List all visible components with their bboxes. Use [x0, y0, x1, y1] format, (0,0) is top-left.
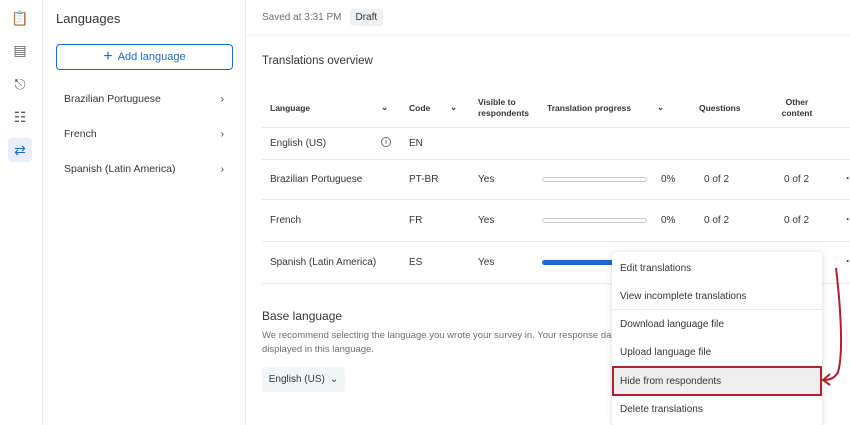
table-row: English (US) i EN [262, 128, 850, 160]
code-cell: PT-BR [409, 174, 438, 185]
code-cell: FR [409, 215, 422, 226]
progress-bar [542, 218, 647, 223]
paint-roller-icon[interactable]: ⎋ [8, 72, 32, 96]
panel-title: Languages [56, 11, 120, 26]
other-cell: 0 of 2 [784, 215, 809, 226]
description-line: displayed in this language. [262, 344, 374, 355]
chevron-down-icon: ⌄ [330, 374, 338, 385]
col-questions: Questions [699, 103, 741, 113]
questions-cell: 0 of 2 [704, 174, 729, 185]
plus-icon: + [103, 49, 112, 65]
language-label: Brazilian Portuguese [64, 93, 161, 105]
chevron-right-icon: › [221, 163, 225, 175]
language-cell: French [270, 215, 301, 226]
languages-panel: Languages + Add language Brazilian Portug… [43, 0, 246, 425]
chevron-right-icon: › [221, 128, 225, 140]
status-badge: Draft [350, 9, 384, 26]
description-line: We recommend selecting the language you … [262, 330, 611, 341]
more-options-icon[interactable]: ··· [846, 171, 850, 185]
chevron-down-icon[interactable]: ⌄ [450, 102, 457, 113]
add-language-button[interactable]: + Add language [56, 44, 233, 70]
visible-cell: Yes [478, 174, 494, 185]
language-item[interactable]: Spanish (Latin America) › [64, 163, 224, 175]
language-label: Spanish (Latin America) [64, 163, 175, 175]
add-language-label: Add language [118, 51, 186, 63]
icon-rail: 📋 ▤ ⎋ ☷ ⇄ [0, 0, 43, 425]
section-title: Translations overview [262, 55, 373, 67]
saved-text: Saved at 3:31 PM [262, 12, 342, 23]
language-cell: English (US) [270, 138, 326, 149]
language-item[interactable]: French › [64, 128, 224, 140]
base-language-select[interactable]: English (US) ⌄ [262, 367, 345, 392]
percent-cell: 0% [661, 215, 675, 226]
col-progress[interactable]: Translation progress [547, 103, 631, 113]
language-cell: Brazilian Portuguese [270, 174, 362, 185]
other-cell: 0 of 2 [784, 174, 809, 185]
col-code[interactable]: Code [409, 103, 430, 113]
menu-item-hide-from-respondents[interactable]: Hide from respondents [612, 366, 822, 396]
table-row: French FR Yes 0% 0 of 2 0 of 2 ··· [262, 200, 850, 242]
info-icon[interactable]: i [381, 137, 391, 147]
code-cell: EN [409, 138, 423, 149]
menu-item-upload-file[interactable]: Upload language file [612, 338, 822, 366]
blocks-icon[interactable]: ▤ [8, 38, 32, 62]
table-row: Brazilian Portuguese PT-BR Yes 0% 0 of 2… [262, 160, 850, 200]
menu-item-delete-translations[interactable]: Delete translations [612, 395, 822, 423]
selected-language: English (US) [269, 374, 325, 385]
visible-cell: Yes [478, 257, 494, 268]
menu-item-edit-translations[interactable]: Edit translations [612, 254, 822, 282]
annotation-arrow [820, 262, 850, 387]
more-options-icon[interactable]: ··· [846, 212, 850, 226]
chevron-down-icon[interactable]: ⌄ [381, 102, 388, 113]
language-item[interactable]: Brazilian Portuguese › [64, 93, 224, 105]
col-other: Other content [772, 97, 822, 119]
percent-cell: 0% [661, 174, 675, 185]
row-actions-menu: Edit translations View incomplete transl… [612, 252, 822, 425]
menu-item-view-incomplete[interactable]: View incomplete translations [612, 282, 822, 310]
col-language[interactable]: Language [270, 103, 310, 113]
progress-bar [542, 177, 647, 182]
survey-icon[interactable]: 📋 [8, 6, 32, 30]
menu-item-download-file[interactable]: Download language file [612, 310, 822, 338]
visible-cell: Yes [478, 215, 494, 226]
chevron-down-icon[interactable]: ⌄ [657, 102, 664, 113]
settings-sliders-icon[interactable]: ☷ [8, 105, 32, 129]
col-visible: Visible to respondents [478, 97, 538, 119]
language-cell: Spanish (Latin America) [270, 257, 376, 268]
save-status-bar: Saved at 3:31 PM Draft [246, 0, 850, 36]
base-language-title: Base language [262, 309, 342, 323]
translate-icon[interactable]: ⇄ [8, 138, 32, 162]
language-label: French [64, 128, 97, 140]
questions-cell: 0 of 2 [704, 215, 729, 226]
chevron-right-icon: › [221, 93, 225, 105]
table-header: Language ⌄ Code ⌄ Visible to respondents… [262, 90, 850, 128]
code-cell: ES [409, 257, 422, 268]
base-language-description: We recommend selecting the language you … [262, 329, 622, 357]
